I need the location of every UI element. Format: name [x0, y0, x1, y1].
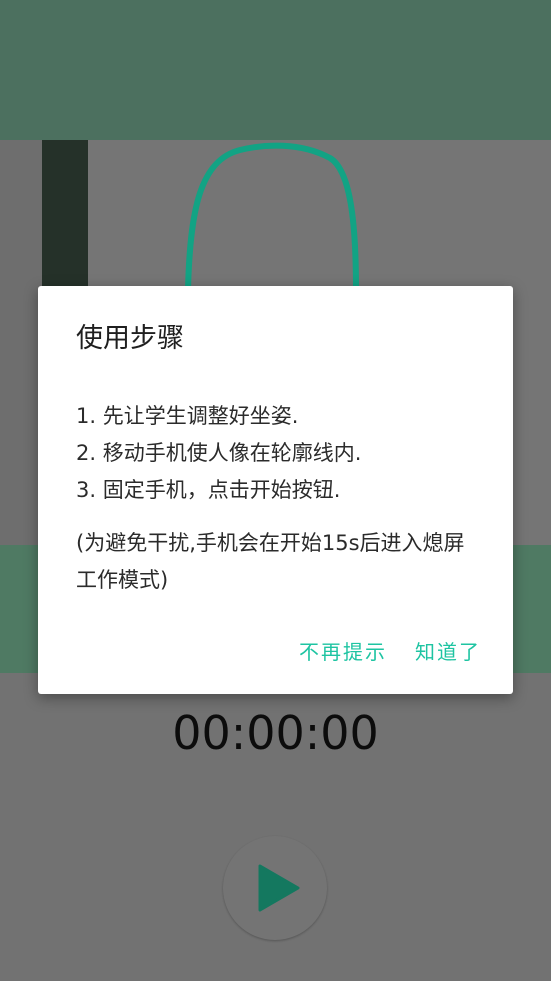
- step-3: 3. 固定手机，点击开始按钮.: [76, 478, 341, 502]
- usage-steps-dialog: 使用步骤 1. 先让学生调整好坐姿. 2. 移动手机使人像在轮廓线内. 3. 固…: [38, 286, 513, 694]
- step-1: 1. 先让学生调整好坐姿.: [76, 404, 299, 428]
- dont-remind-button[interactable]: 不再提示: [299, 636, 387, 665]
- got-it-button[interactable]: 知道了: [415, 636, 481, 665]
- dialog-actions: 不再提示 知道了: [299, 636, 481, 665]
- dialog-body: 1. 先让学生调整好坐姿. 2. 移动手机使人像在轮廓线内. 3. 固定手机，点…: [76, 398, 481, 599]
- step-2: 2. 移动手机使人像在轮廓线内.: [76, 441, 362, 465]
- dialog-title: 使用步骤: [76, 323, 184, 354]
- screen-off-note: (为避免干扰,手机会在开始15s后进入熄屏工作模式): [76, 531, 465, 592]
